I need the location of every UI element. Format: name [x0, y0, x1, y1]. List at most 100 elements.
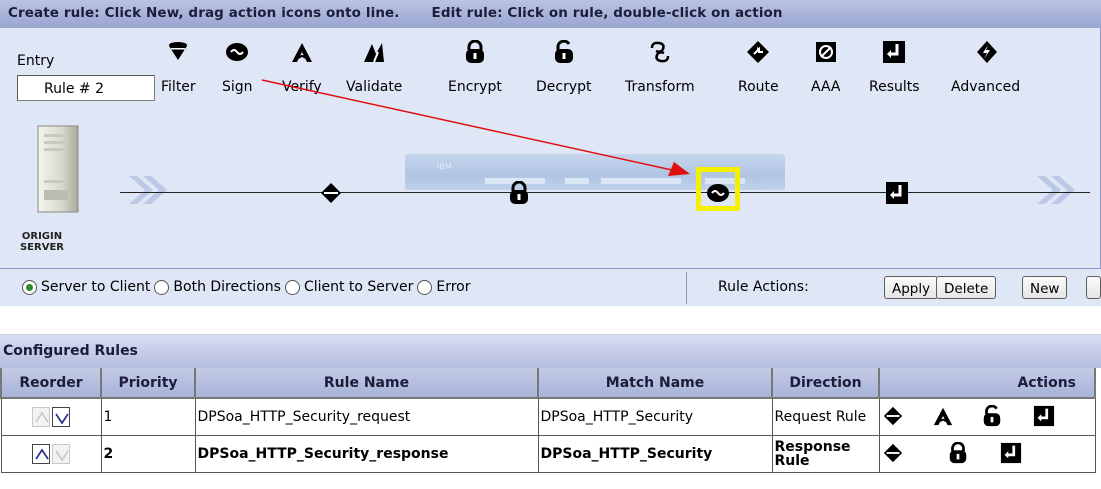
encrypt-action-icon[interactable]: [507, 181, 531, 205]
validate-icon: [362, 40, 386, 64]
transform-icon: [648, 40, 672, 64]
radio-client-to-server[interactable]: Client to Server: [284, 279, 415, 295]
rule-name-cell[interactable]: DPSoa_HTTP_Security_request: [194, 397, 539, 436]
actions-cell: [878, 397, 1096, 436]
results-icon[interactable]: [1000, 442, 1022, 464]
table-row[interactable]: 1 DPSoa_HTTP_Security_request DPSoa_HTTP…: [0, 397, 1096, 436]
reorder-cell: [0, 434, 102, 473]
route-icon: [746, 40, 770, 64]
tool-encrypt[interactable]: Encrypt: [448, 40, 502, 104]
decrypt-unlock-icon[interactable]: [981, 405, 1003, 427]
tool-results[interactable]: Results: [869, 40, 920, 104]
filter-icon: [166, 40, 190, 64]
tool-validate[interactable]: Validate: [346, 40, 402, 104]
origin-server-icon: [37, 125, 79, 213]
entry-label: Entry: [17, 53, 55, 69]
tool-label: Sign: [222, 79, 253, 95]
results-icon: [882, 40, 906, 64]
tool-route[interactable]: Route: [738, 40, 779, 104]
tool-label: Verify: [282, 79, 322, 95]
encrypt-lock-icon: [463, 40, 487, 64]
tool-decrypt[interactable]: Decrypt: [536, 40, 592, 104]
server-label-line1: ORIGIN: [21, 231, 63, 242]
tool-label: Advanced: [951, 79, 1021, 95]
radio-label: Client to Server: [303, 279, 414, 295]
tool-label: Transform: [625, 79, 695, 95]
match-action-icon[interactable]: [319, 181, 343, 205]
move-up-button[interactable]: [32, 406, 50, 427]
tool-label: Filter: [161, 79, 196, 95]
radio-label: Error: [436, 279, 471, 295]
tool-label: AAA: [811, 79, 841, 95]
divider: [686, 272, 687, 304]
match-icon[interactable]: [882, 442, 904, 464]
rule-line: [120, 192, 1090, 193]
rule-actions-label: Rule Actions:: [718, 279, 809, 295]
radio-label: Server to Client: [41, 279, 151, 295]
move-down-button[interactable]: [52, 443, 70, 464]
actions-cell: [878, 434, 1096, 473]
move-up-button[interactable]: [32, 443, 50, 464]
delete-button[interactable]: Delete: [936, 276, 997, 299]
rule-editor-panel: Create rule: Click New, drag action icon…: [0, 0, 1101, 306]
column-header-priority: Priority: [100, 368, 196, 399]
radio-server-to-client[interactable]: Server to Client: [22, 279, 152, 295]
tool-verify[interactable]: Verify: [282, 40, 322, 104]
new-button[interactable]: New: [1022, 276, 1068, 299]
radio-both-directions[interactable]: Both Directions: [154, 279, 283, 295]
flow-chevron-left-icon: [125, 170, 175, 210]
rule-name-cell[interactable]: DPSoa_HTTP_Security_response: [194, 434, 539, 473]
tool-label: Route: [738, 79, 779, 95]
tool-advanced[interactable]: Advanced: [951, 40, 1020, 104]
flow-chevron-right-icon: [1033, 170, 1083, 210]
priority-cell: 1: [100, 397, 196, 436]
advanced-icon: [974, 40, 998, 64]
apply-button[interactable]: Apply: [884, 276, 939, 299]
column-header-match-name: Match Name: [537, 368, 773, 399]
more-button-partial[interactable]: [1086, 276, 1101, 299]
table-row[interactable]: 2 DPSoa_HTTP_Security_response DPSoa_HTT…: [0, 434, 1096, 473]
direction-cell: Request Rule: [771, 397, 880, 436]
column-header-direction: Direction: [771, 368, 880, 399]
decrypt-unlock-icon: [552, 40, 576, 64]
configured-rules-header: Configured Rules: [0, 334, 1101, 368]
move-down-button[interactable]: [52, 406, 70, 427]
tool-label: Encrypt: [448, 79, 502, 95]
radio-label: Both Directions: [173, 279, 281, 295]
radio-button-checked[interactable]: [22, 279, 37, 295]
match-icon[interactable]: [882, 405, 904, 427]
configured-rules-table: Reorder Priority Rule Name Match Name Di…: [0, 368, 1096, 473]
priority-cell: 2: [100, 434, 196, 473]
selected-action-highlight: [696, 167, 740, 211]
results-icon[interactable]: [1033, 405, 1055, 427]
tool-label: Validate: [346, 79, 403, 95]
device-brand: IBM: [437, 162, 452, 171]
tool-label: Decrypt: [536, 79, 592, 95]
match-name-cell: DPSoa_HTTP_Security: [537, 434, 773, 473]
direction-bar: Server to Client Both Directions Client …: [0, 268, 1101, 306]
match-name-cell: DPSoa_HTTP_Security: [537, 397, 773, 436]
encrypt-lock-icon[interactable]: [947, 442, 969, 464]
rule-name-input[interactable]: [17, 75, 155, 101]
edit-rule-instruction: Edit rule: Click on rule, double-click o…: [431, 5, 783, 21]
instructions-bar: Create rule: Click New, drag action icon…: [0, 0, 1101, 28]
results-action-icon[interactable]: [885, 181, 909, 205]
create-rule-instruction: Create rule: Click New, drag action icon…: [8, 5, 400, 21]
tool-sign[interactable]: Sign: [222, 40, 253, 104]
radio-button[interactable]: [284, 279, 300, 295]
radio-button[interactable]: [417, 279, 433, 295]
radio-button[interactable]: [154, 279, 170, 295]
column-header-rule-name: Rule Name: [194, 368, 539, 399]
aaa-icon: [814, 40, 838, 64]
reorder-cell: [0, 397, 102, 436]
sign-icon: [225, 40, 249, 64]
tool-filter[interactable]: Filter: [161, 40, 196, 104]
radio-error[interactable]: Error: [417, 279, 472, 295]
tool-transform[interactable]: Transform: [625, 40, 695, 104]
rule-canvas[interactable]: ORIGIN SERVER IBM: [0, 79, 1101, 268]
verify-icon[interactable]: [932, 405, 954, 427]
tool-aaa[interactable]: AAA: [811, 40, 841, 104]
column-header-reorder: Reorder: [0, 368, 102, 399]
verify-icon: [290, 40, 314, 64]
tool-label: Results: [869, 79, 920, 95]
